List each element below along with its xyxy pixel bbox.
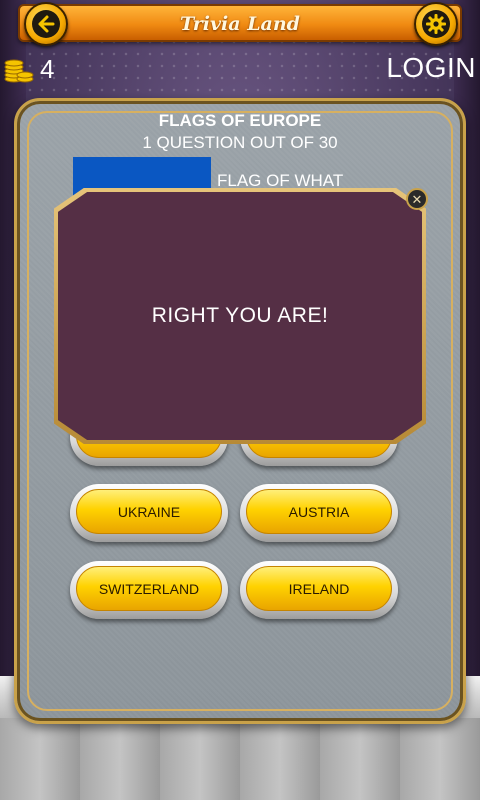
result-modal: RIGHT YOU ARE!	[54, 188, 426, 444]
settings-button[interactable]	[414, 2, 458, 46]
coin-stack-icon	[4, 59, 34, 83]
quiz-title: FLAGS OF EUROPE	[158, 111, 322, 130]
app-title: Trivia Land	[180, 13, 300, 35]
close-button[interactable]: ✕	[406, 188, 428, 210]
floor	[0, 718, 480, 800]
quiz-progress: 1 QUESTION OUT OF 30	[142, 133, 338, 152]
coin-balance: 4	[4, 54, 54, 84]
answer-button-ukraine[interactable]: UKRAINE	[70, 484, 228, 542]
result-message: RIGHT YOU ARE!	[151, 304, 329, 327]
answer-label: SWITZERLAND	[76, 566, 222, 611]
answer-button-austria[interactable]: AUSTRIA	[240, 484, 398, 542]
back-button[interactable]	[24, 2, 68, 46]
app-header: Trivia Land	[18, 4, 462, 42]
login-button[interactable]: LOGIN	[386, 52, 476, 84]
close-icon: ✕	[411, 191, 423, 207]
answer-button-ireland[interactable]: IRELAND	[240, 561, 398, 619]
gear-icon	[426, 14, 446, 34]
answer-label: IRELAND	[246, 566, 392, 611]
answer-button-switzerland[interactable]: SWITZERLAND	[70, 561, 228, 619]
answer-label: UKRAINE	[76, 489, 222, 534]
answer-label: AUSTRIA	[246, 489, 392, 534]
coin-count: 4	[40, 53, 55, 84]
arrow-left-icon	[38, 15, 55, 33]
